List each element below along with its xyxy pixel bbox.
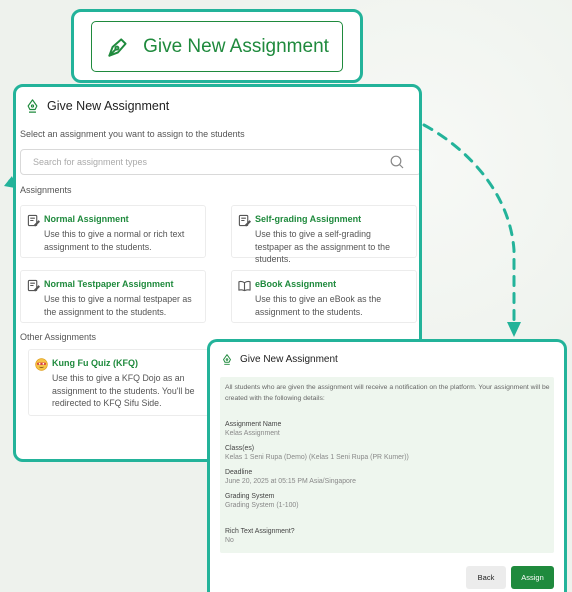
detail-classes: Class(es) Kelas 1 Seni Rupa (Demo) (Kela… [225,444,409,462]
card-title: Normal Assignment [44,214,129,224]
card-title: Kung Fu Quiz (KFQ) [52,358,138,368]
card-title: eBook Assignment [255,279,337,289]
card-title: Self-grading Assignment [255,214,362,224]
card-description: Use this to give a normal or rich text a… [44,229,185,252]
pen-nib-icon [108,37,127,57]
detail-value: Grading System (1-100) [225,502,299,509]
arrowhead-down [507,322,521,337]
back-button[interactable]: Back [466,566,506,589]
dialog-title: Give New Assignment [240,354,338,365]
detail-label: Class(es) [225,445,255,452]
search-input[interactable] [20,149,419,175]
detail-label: Deadline [225,469,253,476]
card-description: Use this to give a normal testpaper as t… [44,294,192,317]
detail-deadline: Deadline June 20, 2025 at 05:15 PM Asia/… [225,468,356,486]
card-description: Use this to give a self-grading testpape… [255,229,390,265]
section-label-other-assignments: Other Assignments [20,332,97,342]
detail-value: June 20, 2025 at 05:15 PM Asia/Singapore [225,478,357,485]
card-ebook-assignment[interactable]: eBook Assignment Use this to give an eBo… [231,270,417,323]
card-normal-testpaper-assignment[interactable]: Normal Testpaper Assignment Use this to … [20,270,206,323]
dialog-header: Give New Assignment [26,99,169,113]
dialog-title: Give New Assignment [47,99,170,113]
dialog-header: Give New Assignment [222,354,338,365]
edit-doc-icon [27,279,40,292]
detail-label: Rich Text Assignment? [225,528,295,535]
card-title: Normal Testpaper Assignment [44,279,174,289]
assignment-summary: All students who are given the assignmen… [220,377,554,553]
detail-label: Assignment Name [225,421,282,428]
hero-button-label: Give New Assignment [143,35,329,57]
assign-button[interactable]: Assign [511,566,554,589]
card-description: Use this to give an eBook as the assignm… [255,294,382,317]
detail-assignment-name: Assignment Name Kelas Assignment [225,420,281,438]
detail-value: Kelas Assignment [225,430,280,437]
section-label-assignments: Assignments [20,185,72,195]
edit-doc-icon [27,214,40,227]
pen-nib-icon [27,99,38,113]
card-description: Use this to give a KFQ Dojo as an assign… [52,373,195,409]
connector-panel-to-confirm [422,123,516,322]
open-book-icon [238,280,251,292]
pen-nib-icon [223,354,231,365]
dialog-subtitle: Select an assignment you want to assign … [20,129,245,139]
detail-value: Kelas 1 Seni Rupa (Demo) (Kelas 1 Seni R… [225,454,409,461]
detail-value: No [225,537,234,544]
detail-grading-system: Grading System Grading System (1-100) [225,492,299,510]
kfq-mascot-icon [35,358,48,371]
hero-highlight-frame: Give New Assignment [71,9,363,83]
notice-text: All students who are given the assignmen… [225,384,550,402]
card-self-grading-assignment[interactable]: Self-grading Assignment Use this to give… [231,205,417,264]
search-icon[interactable] [389,154,405,170]
detail-rich-text: Rich Text Assignment? No [225,527,295,545]
give-new-assignment-button[interactable]: Give New Assignment [91,21,343,72]
confirm-assignment-dialog: Give New Assignment All students who are… [207,339,567,592]
detail-label: Grading System [225,493,275,500]
edit-doc-icon [238,214,251,227]
card-normal-assignment[interactable]: Normal Assignment Use this to give a nor… [20,205,206,258]
card-kung-fu-quiz[interactable]: Kung Fu Quiz (KFQ) Use this to give a KF… [28,349,214,416]
